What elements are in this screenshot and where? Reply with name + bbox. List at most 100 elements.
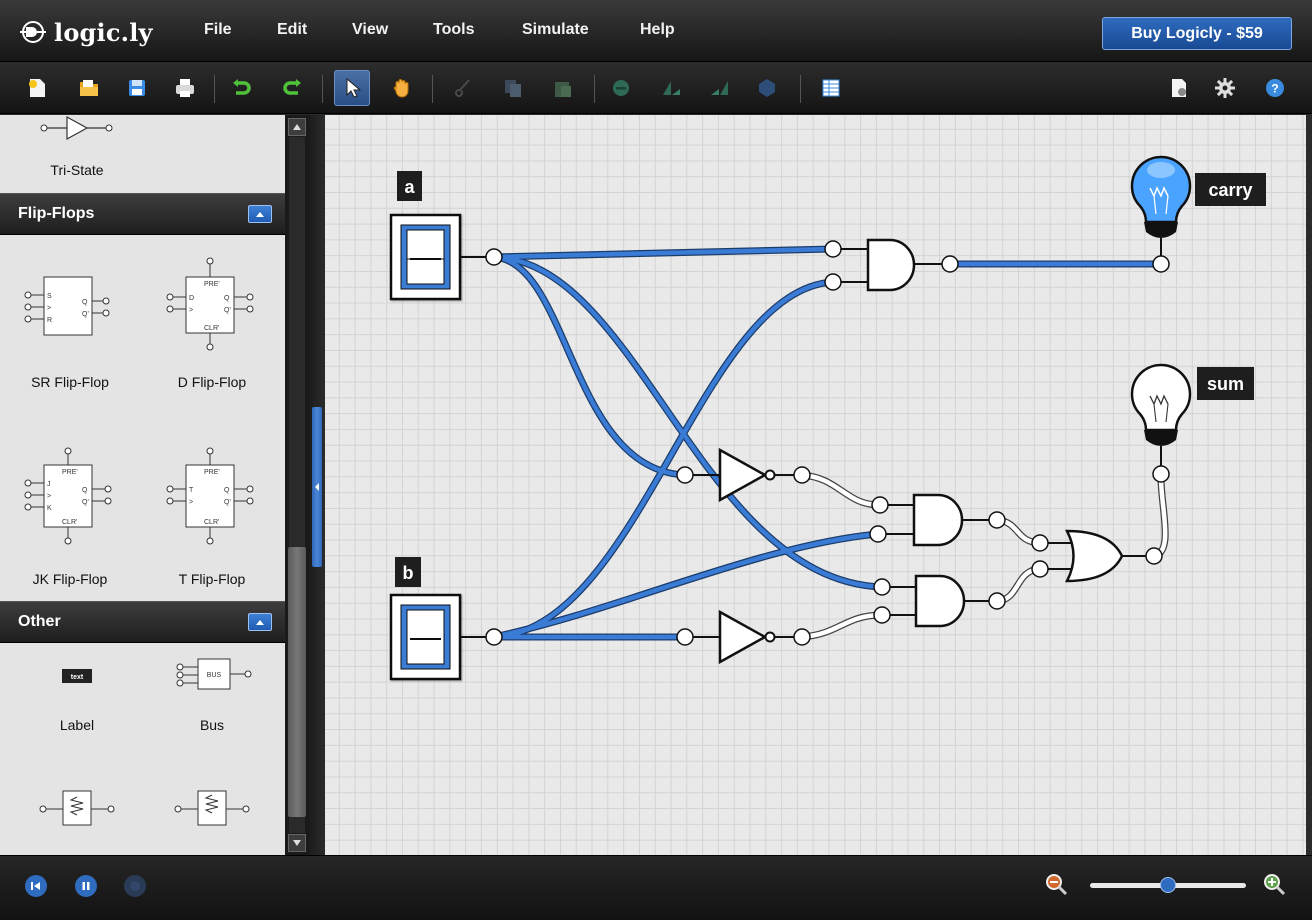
- component-t-flip-flop[interactable]: PRE' T > CLR' Q Q' T Flip-Flop: [142, 445, 282, 587]
- menu-edit[interactable]: Edit: [277, 21, 307, 39]
- sum-label: sum: [1207, 374, 1244, 394]
- flip-vertical-icon: [711, 81, 728, 95]
- palette-scrollbar[interactable]: [285, 115, 309, 855]
- and-gate-carry[interactable]: [824, 238, 959, 292]
- scroll-down-button[interactable]: [288, 834, 306, 852]
- component-pull-up-resistor[interactable]: [7, 783, 147, 855]
- paste-button[interactable]: [548, 73, 578, 103]
- pin-label: >: [47, 305, 51, 312]
- component-label: Tri-State: [50, 162, 104, 178]
- document-settings-button[interactable]: [1164, 73, 1194, 103]
- scroll-thumb[interactable]: [288, 547, 306, 817]
- component-label: D Flip-Flop: [177, 374, 247, 390]
- component-bus[interactable]: BUS Bus: [142, 658, 282, 741]
- toolbar-separator: [432, 75, 433, 103]
- input-switch-a[interactable]: [389, 213, 462, 301]
- scroll-up-button[interactable]: [288, 118, 306, 136]
- app-logo[interactable]: logic.ly: [18, 16, 153, 48]
- pin-label: CLR': [204, 325, 219, 332]
- simulation-bar: [0, 855, 1312, 920]
- light-bulb-carry[interactable]: [1130, 155, 1192, 273]
- collapse-section-button[interactable]: [248, 205, 272, 223]
- arrow-up-icon: [293, 124, 301, 130]
- not-gate-b[interactable]: [676, 609, 811, 665]
- rotate-button[interactable]: [752, 73, 782, 103]
- zoom-slider-thumb[interactable]: [1160, 877, 1176, 893]
- component-label: Bus: [199, 717, 225, 733]
- component-jk-flip-flop[interactable]: PRE' J > K CLR' Q Q' JK Flip-Flop: [0, 445, 140, 587]
- and-gate-sum-lower[interactable]: [873, 574, 1006, 628]
- pin-label: J: [47, 481, 51, 488]
- toolbar-separator: [214, 75, 215, 103]
- switch-b-output-pin[interactable]: [485, 628, 503, 646]
- section-title: Flip-Flops: [18, 205, 95, 222]
- circuit-canvas[interactable]: a b carry sum: [325, 115, 1306, 855]
- component-d-flip-flop[interactable]: PRE' D > CLR' Q Q' D Flip-Flop: [142, 255, 282, 395]
- component-sr-flip-flop[interactable]: S > R Q Q' SR Flip-Flop: [0, 255, 140, 395]
- collapse-palette-handle[interactable]: [312, 407, 322, 567]
- copy-button[interactable]: [498, 73, 528, 103]
- label-icon-text: text: [71, 674, 84, 681]
- zoom-out-icon: [1046, 874, 1068, 896]
- light-bulb-sum[interactable]: [1130, 363, 1192, 483]
- switch-b-label: b: [403, 563, 414, 583]
- undo-button[interactable]: [226, 73, 256, 103]
- input-switch-b[interactable]: [389, 593, 462, 681]
- pan-tool-button[interactable]: [386, 73, 416, 103]
- pause-simulation-button[interactable]: [75, 875, 97, 897]
- menu-simulate[interactable]: Simulate: [522, 21, 589, 39]
- redo-button[interactable]: [278, 73, 308, 103]
- and-gate-sum-upper[interactable]: [869, 493, 1006, 547]
- open-icon: [80, 80, 98, 96]
- delete-icon: [613, 80, 629, 96]
- component-label-item[interactable]: text Label: [7, 661, 147, 741]
- document-settings-icon: [1172, 79, 1186, 97]
- delete-button[interactable]: [606, 73, 636, 103]
- reset-simulation-button[interactable]: [25, 875, 47, 897]
- new-button[interactable]: [22, 73, 52, 103]
- or-gate-sum[interactable]: [1031, 529, 1163, 583]
- component-pull-down-resistor[interactable]: [142, 783, 282, 855]
- open-button[interactable]: [74, 73, 104, 103]
- menu-help[interactable]: Help: [640, 21, 675, 39]
- zoom-out-button[interactable]: [1044, 872, 1070, 898]
- pin-label: S: [47, 293, 52, 300]
- menu-view[interactable]: View: [352, 21, 388, 39]
- section-header-flip-flops[interactable]: Flip-Flops: [0, 193, 285, 235]
- chevron-left-icon: [315, 483, 319, 491]
- t-flip-flop-icon: PRE' T > CLR' Q Q': [166, 447, 254, 545]
- step-simulation-button[interactable]: [124, 875, 146, 897]
- settings-button[interactable]: [1210, 73, 1240, 103]
- collapse-section-button[interactable]: [248, 613, 272, 631]
- buy-button[interactable]: Buy Logicly - $59: [1102, 17, 1292, 50]
- print-button[interactable]: [170, 73, 200, 103]
- pin-label: PRE': [62, 469, 78, 476]
- menu-bar: logic.ly File Edit View Tools Simulate H…: [0, 0, 1312, 62]
- zoom-in-button[interactable]: [1262, 872, 1288, 898]
- select-tool-button[interactable]: [334, 70, 370, 106]
- save-button[interactable]: [122, 73, 152, 103]
- cut-button[interactable]: [448, 73, 478, 103]
- pin-label: Q: [82, 487, 88, 494]
- section-title: Other: [18, 613, 61, 630]
- switch-a-tag: a: [397, 171, 422, 201]
- print-icon: [176, 79, 194, 97]
- help-button[interactable]: ?: [1260, 73, 1290, 103]
- flip-vertical-button[interactable]: [704, 73, 734, 103]
- d-flip-flop-icon: PRE' D > CLR' Q Q': [166, 257, 254, 351]
- undo-icon: [233, 79, 251, 95]
- panel-splitter[interactable]: [309, 115, 325, 855]
- settings-gear-icon: [1215, 78, 1235, 98]
- menu-tools[interactable]: Tools: [433, 21, 474, 39]
- component-tri-state[interactable]: Tri-State: [7, 115, 147, 195]
- logic-gate-logo-icon: [20, 21, 46, 43]
- wires-on: [490, 245, 1165, 641]
- select-pointer-icon: [346, 77, 362, 98]
- section-header-other[interactable]: Other: [0, 601, 285, 643]
- truth-table-button[interactable]: [816, 73, 846, 103]
- menu-file[interactable]: File: [204, 21, 232, 39]
- flip-horizontal-button[interactable]: [656, 73, 686, 103]
- paste-icon: [555, 82, 571, 97]
- switch-a-output-pin[interactable]: [485, 248, 503, 266]
- copy-icon: [505, 80, 521, 97]
